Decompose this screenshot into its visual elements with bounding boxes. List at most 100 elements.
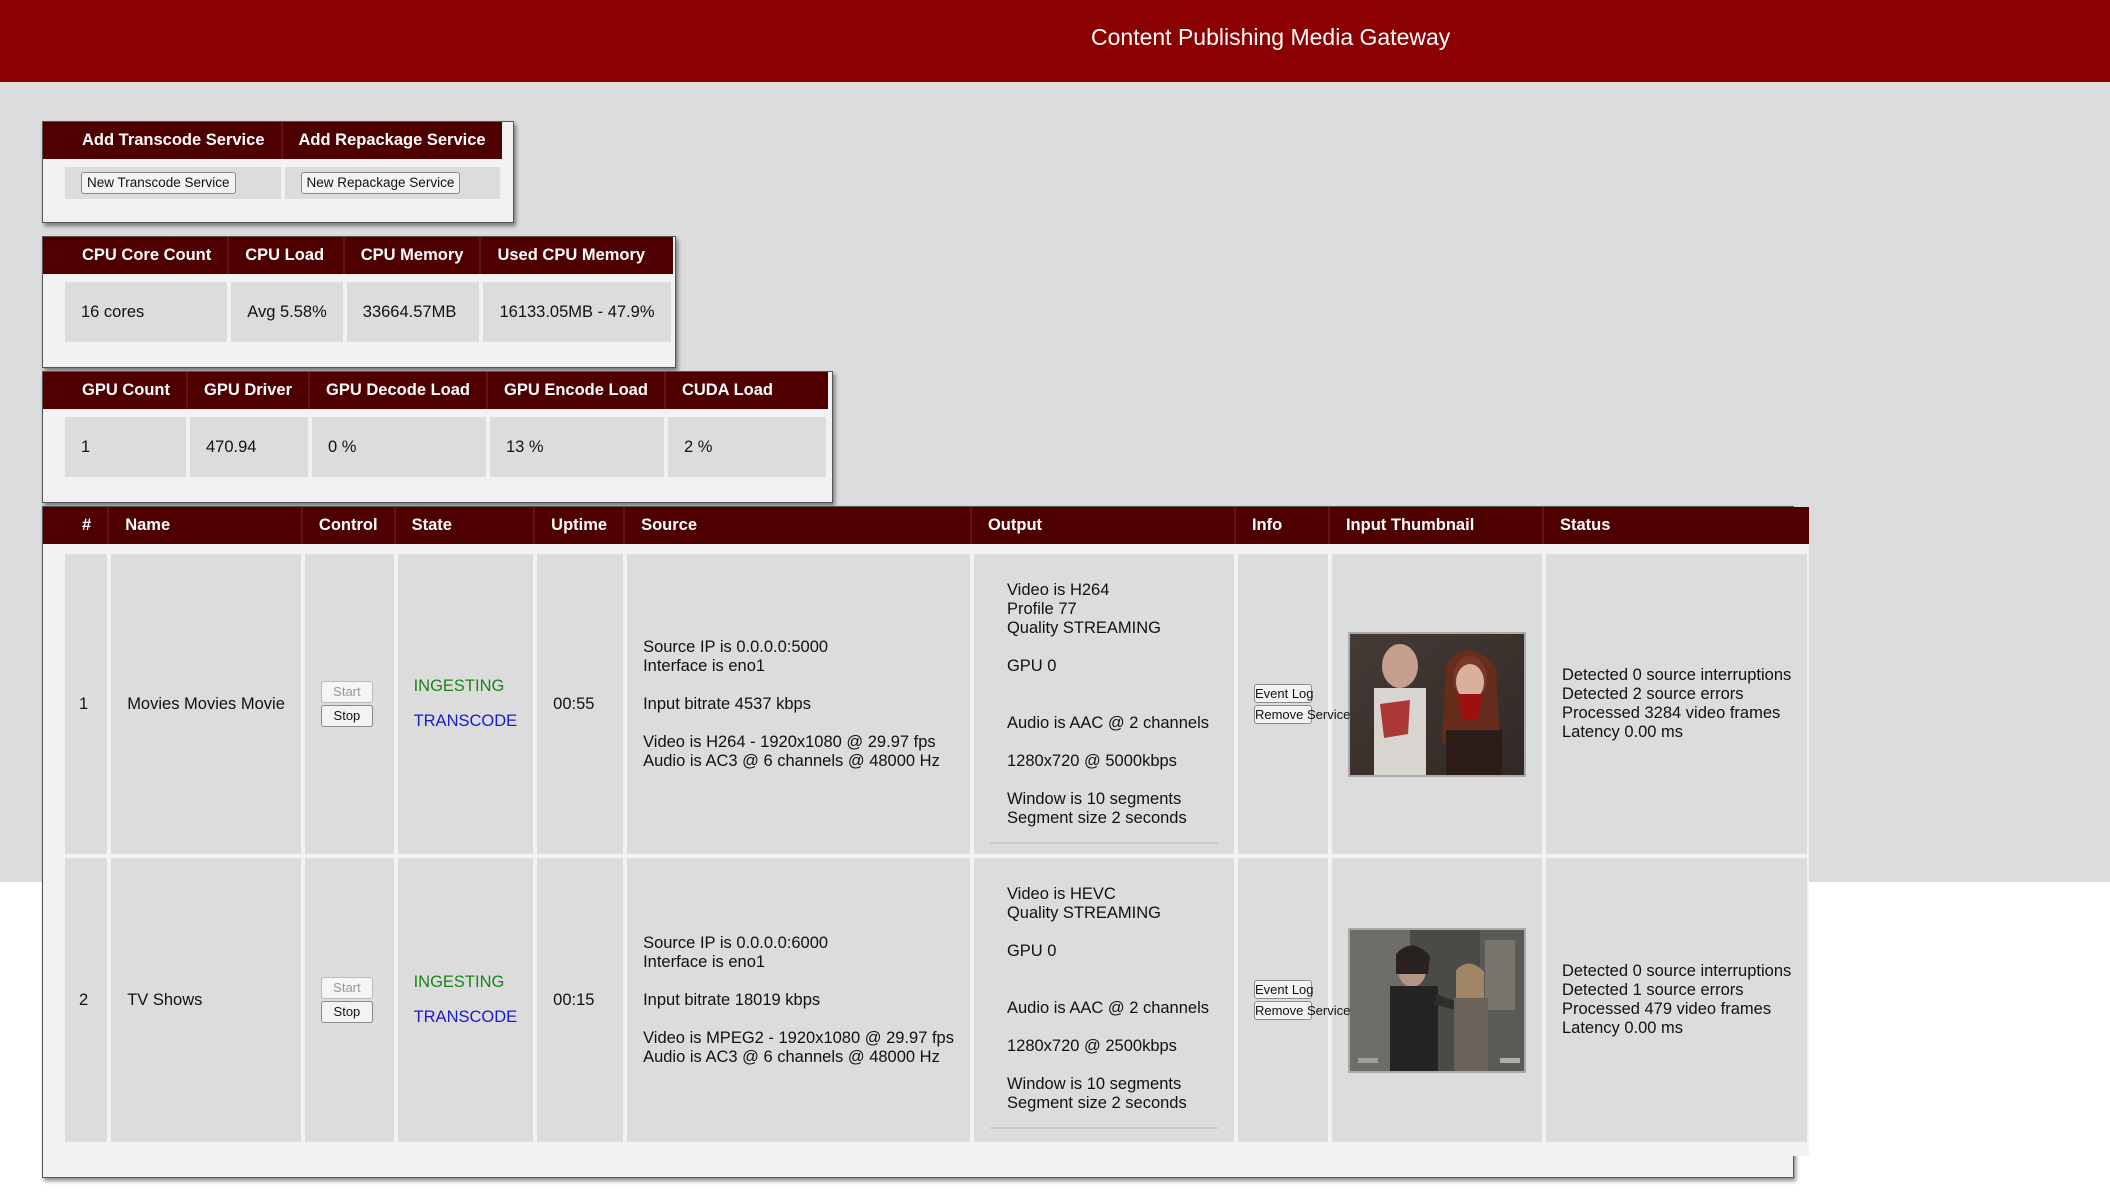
add-transcode-cell: New Transcode Service xyxy=(43,159,283,201)
output-profile: Profile 77 xyxy=(1006,600,1077,618)
add-repackage-cell: New Repackage Service xyxy=(282,159,502,201)
start-button[interactable]: Start xyxy=(320,977,373,999)
gpu-decode-load-value: 0 % xyxy=(310,409,488,479)
service-source: Source IP is 0.0.0.0:5000 Interface is e… xyxy=(625,544,972,856)
source-interface: Interface is eno1 xyxy=(643,656,766,675)
gpu-count-header: GPU Count xyxy=(43,372,188,409)
service-output: Video is HEVC Quality STREAMING GPU 0 Au… xyxy=(971,856,1236,1156)
add-repackage-header: Add Repackage Service xyxy=(282,122,502,159)
services-panel: # Name Control State Uptime Source Outpu… xyxy=(42,506,1810,1178)
state-transcode: TRANSCODE xyxy=(413,1008,518,1026)
source-audio: Audio is AC3 @ 6 channels @ 48000 Hz xyxy=(643,751,940,770)
gpu-count-value: 1 xyxy=(43,409,188,479)
service-status: Detected 0 source interruptions Detected… xyxy=(1543,856,1810,1156)
status-errors: Detected 1 source errors xyxy=(1561,981,1744,999)
event-log-button[interactable]: Event Log xyxy=(1253,684,1314,703)
output-window: Window is 10 segments xyxy=(1006,790,1182,808)
output-resolution: 1280x720 @ 2500kbps xyxy=(1006,1037,1177,1055)
source-video: Video is H264 - 1920x1080 @ 29.97 fps xyxy=(643,732,936,751)
service-control: Start Stop xyxy=(302,856,396,1156)
source-interface: Interface is eno1 xyxy=(643,952,766,971)
service-name: TV Shows xyxy=(109,856,303,1156)
app-title: Content Publishing Media Gateway xyxy=(1091,24,1451,50)
output-segment: Segment size 2 seconds xyxy=(1006,809,1187,827)
new-repackage-service-button[interactable]: New Repackage Service xyxy=(300,172,461,194)
source-audio: Audio is AC3 @ 6 channels @ 48000 Hz xyxy=(643,1047,940,1066)
col-source-header: Source xyxy=(625,507,972,544)
new-transcode-service-button[interactable]: New Transcode Service xyxy=(81,172,236,194)
source-video: Video is MPEG2 - 1920x1080 @ 29.97 fps xyxy=(643,1028,954,1047)
service-status: Detected 0 source interruptions Detected… xyxy=(1543,544,1810,856)
cpu-memory-header: CPU Memory xyxy=(344,237,482,274)
input-thumbnail-image xyxy=(1347,631,1526,777)
gpu-driver-value: 470.94 xyxy=(188,409,311,479)
output-audio: Audio is AAC @ 2 channels xyxy=(1006,999,1209,1017)
cuda-load-value: 2 % xyxy=(665,409,828,479)
gpu-decode-load-header: GPU Decode Load xyxy=(310,372,488,409)
source-ip: Source IP is 0.0.0.0:5000 xyxy=(643,637,829,656)
cpu-load-header: CPU Load xyxy=(229,237,345,274)
add-transcode-header: Add Transcode Service xyxy=(43,122,283,159)
service-thumbnail xyxy=(1329,856,1544,1156)
col-info-header: Info xyxy=(1235,507,1330,544)
gpu-driver-header: GPU Driver xyxy=(188,372,311,409)
service-uptime: 00:55 xyxy=(535,544,626,856)
service-number: 2 xyxy=(43,856,110,1156)
service-info: Event Log Remove Service xyxy=(1235,544,1350,856)
service-state: INGESTING TRANSCODE xyxy=(395,544,536,856)
service-row: 1 Movies Movies Movie Start Stop INGESTI… xyxy=(43,544,1810,856)
service-info: Event Log Remove Service xyxy=(1235,856,1350,1156)
output-segment: Segment size 2 seconds xyxy=(1006,1094,1187,1112)
remove-service-button[interactable]: Remove Service xyxy=(1253,705,1350,724)
gpu-stats-panel: GPU Count GPU Driver GPU Decode Load GPU… xyxy=(42,371,833,503)
cuda-load-header: CUDA Load xyxy=(665,372,828,409)
service-control: Start Stop xyxy=(302,544,396,856)
cpu-memory-value: 33664.57MB xyxy=(344,274,482,344)
status-frames: Processed 479 video frames xyxy=(1561,1000,1772,1018)
status-latency: Latency 0.00 ms xyxy=(1561,723,1684,741)
status-frames: Processed 3284 video frames xyxy=(1561,704,1781,722)
output-video: Video is HEVC xyxy=(1006,885,1116,903)
cpu-load-value: Avg 5.58% xyxy=(229,274,345,344)
source-ip: Source IP is 0.0.0.0:6000 xyxy=(643,933,829,952)
output-quality: Quality STREAMING xyxy=(1006,904,1161,922)
col-name-header: Name xyxy=(109,507,303,544)
state-ingesting: INGESTING xyxy=(413,677,505,695)
remove-service-button[interactable]: Remove Service xyxy=(1253,1001,1350,1020)
service-source: Source IP is 0.0.0.0:6000 Interface is e… xyxy=(625,856,972,1156)
output-gpu: GPU 0 xyxy=(1006,942,1057,960)
used-cpu-memory-header: Used CPU Memory xyxy=(481,237,673,274)
source-bitrate: Input bitrate 18019 kbps xyxy=(643,990,821,1009)
service-row: 2 TV Shows Start Stop INGESTING TRANSCOD… xyxy=(43,856,1810,1156)
state-ingesting: INGESTING xyxy=(413,973,505,991)
stop-button[interactable]: Stop xyxy=(320,705,373,727)
col-output-header: Output xyxy=(971,507,1236,544)
output-quality: Quality STREAMING xyxy=(1006,619,1161,637)
start-button[interactable]: Start xyxy=(320,681,373,703)
state-transcode: TRANSCODE xyxy=(413,712,518,730)
service-output: Video is H264 Profile 77 Quality STREAMI… xyxy=(971,544,1236,856)
event-log-button[interactable]: Event Log xyxy=(1253,980,1314,999)
cpu-core-count-value: 16 cores xyxy=(43,274,230,344)
cpu-stats-panel: CPU Core Count CPU Load CPU Memory Used … xyxy=(42,236,676,368)
used-cpu-memory-value: 16133.05MB - 47.9% xyxy=(481,274,673,344)
status-errors: Detected 2 source errors xyxy=(1561,685,1744,703)
add-service-panel: Add Transcode Service Add Repackage Serv… xyxy=(42,121,514,223)
input-thumbnail-image xyxy=(1347,927,1526,1073)
output-audio: Audio is AAC @ 2 channels xyxy=(1006,714,1209,732)
output-divider xyxy=(989,842,1218,844)
col-thumbnail-header: Input Thumbnail xyxy=(1329,507,1544,544)
service-number: 1 xyxy=(43,544,110,856)
output-divider xyxy=(989,1127,1218,1129)
service-thumbnail xyxy=(1329,544,1544,856)
status-latency: Latency 0.00 ms xyxy=(1561,1019,1684,1037)
output-video: Video is H264 xyxy=(1006,581,1110,599)
col-number-header: # xyxy=(43,507,110,544)
source-bitrate: Input bitrate 4537 kbps xyxy=(643,694,811,713)
col-state-header: State xyxy=(395,507,536,544)
output-resolution: 1280x720 @ 5000kbps xyxy=(1006,752,1177,770)
stop-button[interactable]: Stop xyxy=(320,1001,373,1023)
col-uptime-header: Uptime xyxy=(535,507,626,544)
col-control-header: Control xyxy=(302,507,396,544)
gpu-encode-load-header: GPU Encode Load xyxy=(488,372,666,409)
